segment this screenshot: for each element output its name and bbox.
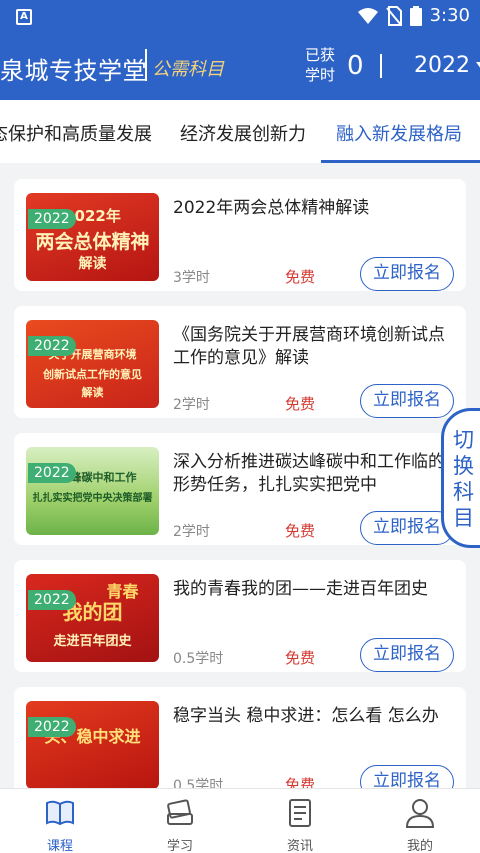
course-price: 免费 [285, 268, 316, 286]
hours-earned-value: 0 [347, 51, 364, 81]
thumbnail-text: 扎扎实实把党中央决策部署 [32, 493, 153, 504]
battery-icon [409, 5, 422, 26]
course-price: 免费 [285, 649, 316, 667]
course-title: 《国务院关于开展营商环境创新试点工作的意见》解读 [173, 325, 445, 368]
course-card[interactable]: 关于开展营商环境 创新试点工作的意见 解读 2022 《国务院关于开展营商环境创… [14, 306, 466, 418]
tab-ecology[interactable]: 态保护和高质量发展 [0, 120, 152, 146]
wifi-icon [357, 7, 378, 24]
enroll-button[interactable]: 立即报名 [360, 384, 454, 418]
brand-title: 泉城专技学堂 [0, 57, 147, 85]
enroll-button[interactable]: 立即报名 [360, 638, 454, 672]
thumbnail-text: 两会总体精神 [35, 231, 150, 253]
course-hours: 2学时 [173, 397, 210, 413]
status-time: 3:30 [429, 5, 470, 26]
hours-earned-label: 已获学时 [304, 46, 335, 84]
course-thumbnail: 2022年 两会总体精神 解读 2022 [26, 193, 159, 281]
nav-label: 学习 [166, 839, 193, 853]
thumbnail-text: 走进百年团史 [53, 634, 132, 649]
person-icon [405, 799, 435, 828]
course-card[interactable]: 碳达峰碳中和工作 扎扎实实把党中央决策部署 2022 深入分析推进碳达峰碳中和工… [14, 433, 466, 545]
course-price: 免费 [285, 395, 316, 413]
year-badge: 2022 [28, 336, 76, 356]
thumbnail-text: 解读 [78, 256, 107, 272]
year-badge: 2022 [28, 590, 76, 610]
course-hours: 0.5学时 [173, 651, 224, 667]
book-icon [46, 800, 74, 826]
course-hours: 3学时 [173, 270, 210, 286]
category-tabs: 态保护和高质量发展 经济发展创新力 融入新发展格局 [0, 100, 480, 163]
app-notification-icon: A [16, 9, 32, 25]
nav-item-profile[interactable]: 我的 [360, 789, 480, 853]
course-thumbnail: 关于开展营商环境 创新试点工作的意见 解读 2022 [26, 320, 159, 408]
nav-label: 我的 [406, 839, 433, 853]
nav-item-study[interactable]: 学习 [120, 789, 240, 853]
switch-subject-label: 切换科目 [453, 428, 474, 530]
year-badge: 2022 [28, 463, 76, 483]
bottom-nav: 课程 学习 资讯 我的 [0, 788, 480, 853]
course-title: 稳字当头 稳中求进：怎么看 怎么办 [173, 706, 439, 726]
year-badge: 2022 [28, 209, 76, 229]
enroll-button[interactable]: 立即报名 [360, 765, 454, 788]
course-thumbnail: 头、稳中求进 2022 [26, 701, 159, 788]
header-divider [380, 54, 382, 78]
course-price: 免费 [285, 522, 316, 540]
course-title: 深入分析推进碳达峰碳中和工作临的形势任务，扎扎实实把党中 [173, 452, 445, 495]
no-sim-icon [385, 5, 402, 26]
nav-item-news[interactable]: 资讯 [240, 789, 360, 853]
nav-label: 资讯 [286, 839, 313, 853]
switch-subject-button[interactable]: 切换科目 [441, 408, 480, 548]
course-list[interactable]: 2022年 两会总体精神 解读 2022 2022年两会总体精神解读 3学时 免… [0, 163, 480, 788]
chevron-down-icon [476, 62, 480, 69]
thumbnail-text: 解读 [81, 386, 104, 399]
enroll-button[interactable]: 立即报名 [360, 511, 454, 545]
nav-item-courses[interactable]: 课程 [0, 789, 120, 853]
enroll-button[interactable]: 立即报名 [360, 257, 454, 291]
course-thumbnail: 我的团 青春 走进百年团史 2022 [26, 574, 159, 662]
status-icons: 3:30 [357, 5, 470, 26]
year-badge: 2022 [28, 717, 76, 737]
brand-subtitle: 公需科目 [152, 59, 224, 80]
year-selector[interactable]: 2022 [414, 53, 480, 78]
nav-label: 课程 [46, 839, 73, 853]
app-header: 泉城专技学堂 公需科目 已获学时 0 2022 [0, 33, 480, 100]
year-value: 2022 [414, 53, 470, 78]
course-card[interactable]: 头、稳中求进 2022 稳字当头 稳中求进：怎么看 怎么办 0.5学时 免费 立… [14, 687, 466, 788]
course-thumbnail: 碳达峰碳中和工作 扎扎实实把党中央决策部署 2022 [26, 447, 159, 535]
course-card[interactable]: 我的团 青春 走进百年团史 2022 我的青春我的团——走进百年团史 0.5学时… [14, 560, 466, 672]
course-hours: 0.5学时 [173, 778, 224, 788]
thumbnail-text: 创新试点工作的意见 [43, 368, 142, 381]
course-price: 免费 [285, 776, 316, 788]
tab-economy[interactable]: 经济发展创新力 [180, 120, 306, 146]
status-bar: A 3:30 [0, 0, 480, 33]
course-title: 我的青春我的团——走进百年团史 [173, 579, 428, 599]
tab-new-pattern[interactable]: 融入新发展格局 [336, 120, 462, 146]
course-title: 2022年两会总体精神解读 [173, 198, 370, 218]
brand-divider [145, 49, 147, 81]
document-icon [289, 799, 311, 827]
course-hours: 2学时 [173, 524, 210, 540]
books-stack-icon [167, 799, 193, 825]
course-card[interactable]: 2022年 两会总体精神 解读 2022 2022年两会总体精神解读 3学时 免… [14, 179, 466, 291]
